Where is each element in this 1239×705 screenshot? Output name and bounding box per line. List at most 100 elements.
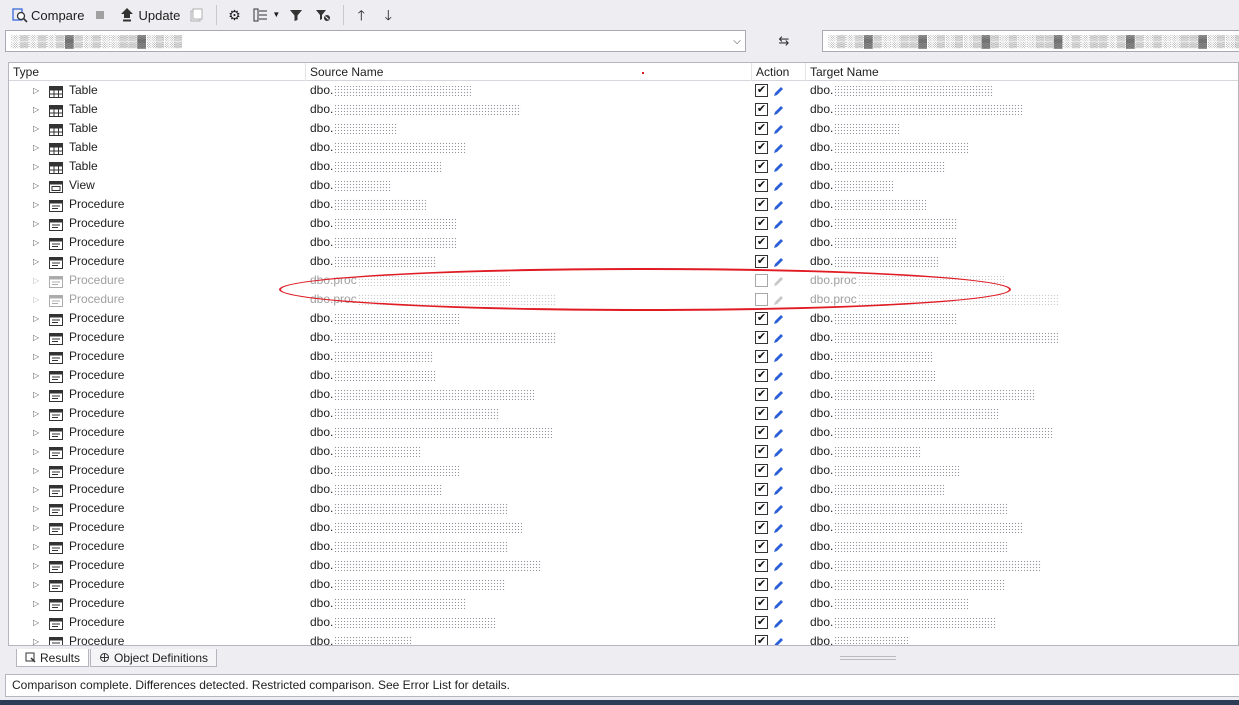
edit-pencil-icon[interactable] [772, 313, 784, 325]
expand-icon[interactable]: ▷ [33, 333, 41, 342]
expand-icon[interactable]: ▷ [33, 390, 41, 399]
expand-icon[interactable]: ▷ [33, 86, 41, 95]
edit-pencil-icon[interactable] [772, 579, 784, 591]
table-row[interactable]: ▷ Procedure dbo. ✔ dbo. [9, 233, 1238, 252]
stop-button[interactable] [88, 4, 115, 26]
table-row[interactable]: ▷ Procedure dbo. ✔ dbo. [9, 347, 1238, 366]
include-checkbox[interactable]: ✔ [755, 502, 768, 515]
include-checkbox[interactable] [755, 293, 768, 306]
edit-pencil-icon[interactable] [772, 503, 784, 515]
update-button[interactable]: Update [115, 4, 184, 26]
expand-icon[interactable]: ▷ [33, 162, 41, 171]
expand-icon[interactable]: ▷ [33, 428, 41, 437]
table-row[interactable]: ▷ Procedure dbo. ✔ dbo. [9, 613, 1238, 632]
table-row[interactable]: ▷ Procedure dbo.proc dbo.proc [9, 271, 1238, 290]
include-checkbox[interactable]: ✔ [755, 84, 768, 97]
include-checkbox[interactable]: ✔ [755, 597, 768, 610]
include-checkbox[interactable]: ✔ [755, 331, 768, 344]
edit-pencil-icon[interactable] [772, 484, 784, 496]
include-checkbox[interactable]: ✔ [755, 445, 768, 458]
table-row[interactable]: ▷ Procedure dbo. ✔ dbo. [9, 195, 1238, 214]
table-row[interactable]: ▷ Procedure dbo. ✔ dbo. [9, 556, 1238, 575]
table-row[interactable]: ▷ Procedure dbo. ✔ dbo. [9, 480, 1238, 499]
clear-filter-button[interactable] [311, 4, 338, 26]
expand-icon[interactable]: ▷ [33, 314, 41, 323]
expand-icon[interactable]: ▷ [33, 542, 41, 551]
table-row[interactable]: ▷ Table dbo. ✔ dbo. [9, 100, 1238, 119]
edit-pencil-icon[interactable] [772, 332, 784, 344]
table-row[interactable]: ▷ Procedure dbo. ✔ dbo. [9, 461, 1238, 480]
source-schema-select[interactable]: ░▒░▒░▒▓▒░▒░░▒▒▓░▒░▒ ⌵ [5, 30, 746, 52]
include-checkbox[interactable]: ✔ [755, 217, 768, 230]
edit-pencil-icon[interactable] [772, 161, 784, 173]
edit-pencil-icon[interactable] [772, 123, 784, 135]
include-checkbox[interactable]: ✔ [755, 483, 768, 496]
edit-pencil-icon[interactable] [772, 389, 784, 401]
edit-pencil-icon[interactable] [772, 465, 784, 477]
include-checkbox[interactable]: ✔ [755, 388, 768, 401]
table-row[interactable]: ▷ Procedure dbo. ✔ dbo. [9, 537, 1238, 556]
expand-icon[interactable]: ▷ [33, 637, 41, 645]
edit-pencil-icon[interactable] [772, 142, 784, 154]
next-change-button[interactable]: 🡓 [376, 4, 403, 26]
expand-icon[interactable]: ▷ [33, 523, 41, 532]
column-header-target-name[interactable]: Target Name [806, 63, 1238, 81]
include-checkbox[interactable]: ✔ [755, 312, 768, 325]
generate-script-button[interactable] [184, 4, 211, 26]
table-row[interactable]: ▷ Procedure dbo. ✔ dbo. [9, 366, 1238, 385]
swap-direction-icon[interactable]: ⇆ [775, 33, 793, 49]
expand-icon[interactable]: ▷ [33, 276, 41, 285]
include-checkbox[interactable]: ✔ [755, 521, 768, 534]
edit-pencil-icon[interactable] [772, 275, 784, 287]
table-row[interactable]: ▷ Procedure dbo.proc dbo.proc [9, 290, 1238, 309]
horizontal-scrollbar-grip[interactable] [840, 656, 896, 660]
expand-icon[interactable]: ▷ [33, 352, 41, 361]
edit-pencil-icon[interactable] [772, 104, 784, 116]
expand-icon[interactable]: ▷ [33, 504, 41, 513]
expand-icon[interactable]: ▷ [33, 371, 41, 380]
edit-pencil-icon[interactable] [772, 541, 784, 553]
edit-pencil-icon[interactable] [772, 522, 784, 534]
edit-pencil-icon[interactable] [772, 256, 784, 268]
edit-pencil-icon[interactable] [772, 560, 784, 572]
expand-icon[interactable]: ▷ [33, 238, 41, 247]
edit-pencil-icon[interactable] [772, 427, 784, 439]
table-row[interactable]: ▷ Procedure dbo. ✔ dbo. [9, 328, 1238, 347]
edit-pencil-icon[interactable] [772, 199, 784, 211]
expand-icon[interactable]: ▷ [33, 466, 41, 475]
table-row[interactable]: ▷ Procedure dbo. ✔ dbo. [9, 575, 1238, 594]
edit-pencil-icon[interactable] [772, 446, 784, 458]
include-checkbox[interactable]: ✔ [755, 578, 768, 591]
include-checkbox[interactable]: ✔ [755, 464, 768, 477]
include-checkbox[interactable]: ✔ [755, 635, 768, 645]
edit-pencil-icon[interactable] [772, 180, 784, 192]
include-checkbox[interactable]: ✔ [755, 369, 768, 382]
expand-icon[interactable]: ▷ [33, 447, 41, 456]
table-row[interactable]: ▷ Procedure dbo. ✔ dbo. [9, 518, 1238, 537]
expand-icon[interactable]: ▷ [33, 599, 41, 608]
previous-change-button[interactable]: 🡑 [349, 4, 376, 26]
expand-icon[interactable]: ▷ [33, 580, 41, 589]
table-row[interactable]: ▷ Procedure dbo. ✔ dbo. [9, 309, 1238, 328]
include-checkbox[interactable]: ✔ [755, 540, 768, 553]
edit-pencil-icon[interactable] [772, 598, 784, 610]
include-checkbox[interactable]: ✔ [755, 236, 768, 249]
filter-button[interactable] [284, 4, 311, 26]
compare-button[interactable]: Compare [8, 4, 88, 26]
table-row[interactable]: ▷ Procedure dbo. ✔ dbo. [9, 423, 1238, 442]
include-checkbox[interactable]: ✔ [755, 141, 768, 154]
edit-pencil-icon[interactable] [772, 370, 784, 382]
expand-icon[interactable]: ▷ [33, 561, 41, 570]
include-checkbox[interactable]: ✔ [755, 103, 768, 116]
table-row[interactable]: ▷ Procedure dbo. ✔ dbo. [9, 442, 1238, 461]
include-checkbox[interactable]: ✔ [755, 426, 768, 439]
edit-pencil-icon[interactable] [772, 237, 784, 249]
expand-icon[interactable]: ▷ [33, 485, 41, 494]
table-row[interactable]: ▷ Procedure dbo. ✔ dbo. [9, 499, 1238, 518]
expand-icon[interactable]: ▷ [33, 124, 41, 133]
column-header-type[interactable]: Type [9, 63, 306, 81]
include-checkbox[interactable]: ✔ [755, 160, 768, 173]
expand-icon[interactable]: ▷ [33, 257, 41, 266]
table-row[interactable]: ▷ Table dbo. ✔ dbo. [9, 157, 1238, 176]
table-row[interactable]: ▷ Procedure dbo. ✔ dbo. [9, 404, 1238, 423]
